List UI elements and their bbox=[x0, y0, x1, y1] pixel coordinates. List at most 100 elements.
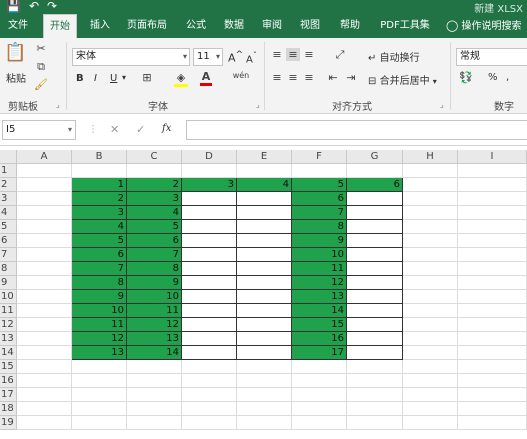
cell-e11[interactable] bbox=[237, 304, 292, 318]
tab-file[interactable]: 文件 bbox=[2, 14, 34, 38]
cell-f14[interactable]: 17 bbox=[292, 346, 347, 360]
row-header-14[interactable]: 14 bbox=[0, 346, 17, 360]
cell-c15[interactable] bbox=[127, 360, 182, 374]
cell-b11[interactable]: 10 bbox=[72, 304, 127, 318]
cell-i8[interactable] bbox=[458, 262, 527, 276]
cell-f18[interactable] bbox=[292, 402, 347, 416]
tab-review[interactable]: 审阅 bbox=[256, 14, 288, 38]
row-header-3[interactable]: 3 bbox=[0, 192, 17, 206]
cell-a2[interactable] bbox=[17, 178, 72, 192]
cell-i7[interactable] bbox=[458, 248, 527, 262]
column-header-i[interactable]: I bbox=[458, 150, 527, 164]
shrink-font-button[interactable]: Aˇ bbox=[246, 50, 257, 65]
cell-c16[interactable] bbox=[127, 374, 182, 388]
row-header-11[interactable]: 11 bbox=[0, 304, 17, 318]
cell-g19[interactable] bbox=[347, 416, 403, 430]
cell-e16[interactable] bbox=[237, 374, 292, 388]
row-header-16[interactable]: 16 bbox=[0, 374, 17, 388]
cell-f6[interactable]: 9 bbox=[292, 234, 347, 248]
column-header-h[interactable]: H bbox=[403, 150, 458, 164]
cell-f3[interactable]: 6 bbox=[292, 192, 347, 206]
cell-h8[interactable] bbox=[403, 262, 458, 276]
cell-a14[interactable] bbox=[17, 346, 72, 360]
cell-b6[interactable]: 5 bbox=[72, 234, 127, 248]
row-header-15[interactable]: 15 bbox=[0, 360, 17, 374]
cell-g14[interactable] bbox=[347, 346, 403, 360]
copy-icon[interactable]: ⧉ bbox=[34, 60, 48, 74]
tab-home[interactable]: 开始 bbox=[43, 14, 77, 38]
cell-f12[interactable]: 15 bbox=[292, 318, 347, 332]
row-header-19[interactable]: 19 bbox=[0, 416, 17, 430]
cancel-icon[interactable]: ✕ bbox=[110, 123, 119, 136]
cell-i15[interactable] bbox=[458, 360, 527, 374]
cell-f1[interactable] bbox=[292, 164, 347, 178]
cell-f19[interactable] bbox=[292, 416, 347, 430]
orientation-icon[interactable]: ⤢ bbox=[330, 48, 350, 62]
cell-h15[interactable] bbox=[403, 360, 458, 374]
cell-f13[interactable]: 16 bbox=[292, 332, 347, 346]
cell-h2[interactable] bbox=[403, 178, 458, 192]
cell-d15[interactable] bbox=[182, 360, 237, 374]
cell-c1[interactable] bbox=[127, 164, 182, 178]
tab-help[interactable]: 帮助 bbox=[334, 14, 366, 38]
cell-c11[interactable]: 11 bbox=[127, 304, 182, 318]
cell-d19[interactable] bbox=[182, 416, 237, 430]
cell-c7[interactable]: 7 bbox=[127, 248, 182, 262]
cell-i13[interactable] bbox=[458, 332, 527, 346]
cell-b9[interactable]: 8 bbox=[72, 276, 127, 290]
cell-f10[interactable]: 13 bbox=[292, 290, 347, 304]
row-header-10[interactable]: 10 bbox=[0, 290, 17, 304]
increase-indent-icon[interactable]: ⇥ bbox=[344, 71, 358, 84]
cell-e19[interactable] bbox=[237, 416, 292, 430]
cell-f5[interactable]: 8 bbox=[292, 220, 347, 234]
cell-c10[interactable]: 10 bbox=[127, 290, 182, 304]
font-size-select[interactable]: 11 ▾ bbox=[193, 48, 223, 66]
save-icon[interactable]: 💾 bbox=[6, 0, 29, 13]
cell-a15[interactable] bbox=[17, 360, 72, 374]
row-header-5[interactable]: 5 bbox=[0, 220, 17, 234]
cell-g3[interactable] bbox=[347, 192, 403, 206]
cell-h11[interactable] bbox=[403, 304, 458, 318]
cell-i9[interactable] bbox=[458, 276, 527, 290]
cell-i4[interactable] bbox=[458, 206, 527, 220]
cell-e14[interactable] bbox=[237, 346, 292, 360]
cell-i11[interactable] bbox=[458, 304, 527, 318]
cell-d6[interactable] bbox=[182, 234, 237, 248]
cell-g4[interactable] bbox=[347, 206, 403, 220]
column-header-f[interactable]: F bbox=[292, 150, 347, 164]
cell-d11[interactable] bbox=[182, 304, 237, 318]
cell-a7[interactable] bbox=[17, 248, 72, 262]
borders-icon[interactable]: ⊞ bbox=[140, 71, 154, 84]
bold-button[interactable]: B bbox=[76, 73, 84, 84]
cell-e5[interactable] bbox=[237, 220, 292, 234]
cell-d14[interactable] bbox=[182, 346, 237, 360]
cell-d12[interactable] bbox=[182, 318, 237, 332]
cell-c3[interactable]: 3 bbox=[127, 192, 182, 206]
cell-i14[interactable] bbox=[458, 346, 527, 360]
cell-b5[interactable]: 4 bbox=[72, 220, 127, 234]
cell-b18[interactable] bbox=[72, 402, 127, 416]
cell-g9[interactable] bbox=[347, 276, 403, 290]
cell-e9[interactable] bbox=[237, 276, 292, 290]
cell-e3[interactable] bbox=[237, 192, 292, 206]
cell-c8[interactable]: 8 bbox=[127, 262, 182, 276]
cell-h7[interactable] bbox=[403, 248, 458, 262]
cell-c5[interactable]: 5 bbox=[127, 220, 182, 234]
merge-center-button[interactable]: ⊟ 合并后居中 ▾ bbox=[368, 72, 437, 87]
cell-c12[interactable]: 12 bbox=[127, 318, 182, 332]
cell-f17[interactable] bbox=[292, 388, 347, 402]
cell-i6[interactable] bbox=[458, 234, 527, 248]
cell-h12[interactable] bbox=[403, 318, 458, 332]
cell-i16[interactable] bbox=[458, 374, 527, 388]
more-options-icon[interactable]: ⋮ bbox=[88, 124, 98, 135]
alignment-launcher-icon[interactable]: ⌟ bbox=[440, 100, 444, 109]
cell-d13[interactable] bbox=[182, 332, 237, 346]
quick-access-toolbar[interactable]: 💾↶↷ bbox=[6, 0, 65, 13]
cell-a13[interactable] bbox=[17, 332, 72, 346]
cell-h10[interactable] bbox=[403, 290, 458, 304]
currency-icon[interactable]: 💱 bbox=[458, 71, 474, 84]
cell-b10[interactable]: 9 bbox=[72, 290, 127, 304]
cell-a17[interactable] bbox=[17, 388, 72, 402]
cell-d1[interactable] bbox=[182, 164, 237, 178]
cell-d7[interactable] bbox=[182, 248, 237, 262]
